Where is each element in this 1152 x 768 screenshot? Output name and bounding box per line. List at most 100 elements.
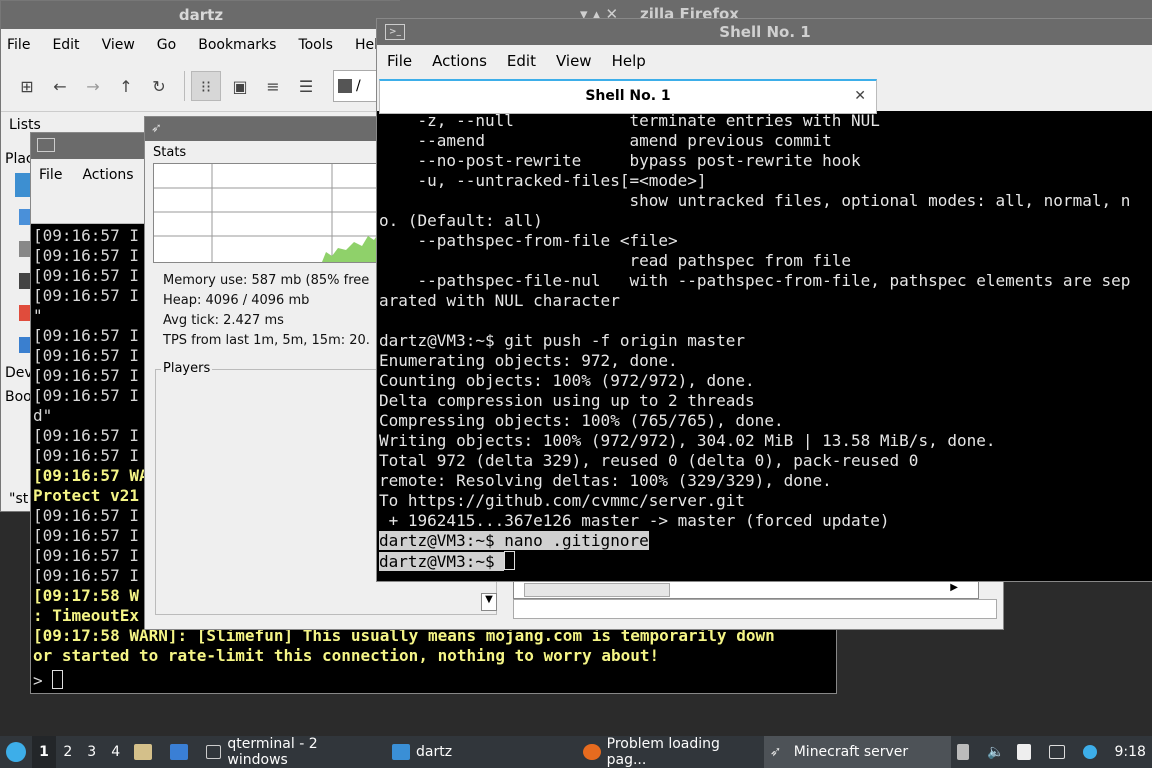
shell-menu-view[interactable]: View [556, 52, 592, 70]
avg-tick-text: Avg tick: 2.427 ms [163, 313, 284, 328]
mc-menu-file[interactable]: File [39, 167, 62, 183]
shell-prompt-line[interactable]: dartz@VM3:~$ [377, 551, 1152, 572]
task-qterminal[interactable]: qterminal - 2 windows [200, 736, 386, 768]
forward-arrow-icon[interactable]: → [79, 72, 107, 100]
firefox-icon [583, 744, 601, 760]
new-tab-icon[interactable]: ⊞ [13, 72, 41, 100]
compact-view-icon[interactable]: ≡ [259, 72, 287, 100]
shell-output-line: Compressing objects: 100% (765/765), don… [379, 411, 784, 430]
terminal-icon [205, 745, 222, 759]
home-folder-icon[interactable] [15, 173, 31, 197]
shell-menubar: File Actions Edit View Help [377, 45, 1152, 77]
shell-output-line: Total 972 (delta 329), reused 0 (delta 0… [379, 451, 919, 470]
task-dartz[interactable]: dartz [386, 736, 577, 768]
command-input[interactable] [513, 599, 997, 619]
clock[interactable]: 9:18 [1109, 736, 1152, 768]
mc-log-line: [09:16:57 I [33, 326, 139, 345]
memory-graph-area [322, 234, 378, 262]
quicklaunch-desktop[interactable] [164, 736, 200, 768]
back-arrow-icon[interactable]: ← [46, 72, 74, 100]
task-minecraft-label: Minecraft server [793, 744, 909, 760]
shell-titlebar[interactable]: >_ Shell No. 1 [377, 19, 1152, 45]
thumbnail-view-icon[interactable]: ▣ [226, 72, 254, 100]
shell-output-line: o. (Default: all) [379, 211, 543, 230]
mc-log-line: Protect v21 [33, 486, 139, 505]
tick-graph [153, 163, 379, 263]
text-cursor [52, 670, 64, 689]
file-cabinet-icon [133, 744, 152, 760]
fm-menu-tools[interactable]: Tools [298, 37, 333, 53]
log-horizontal-scrollbar[interactable]: ▶ [513, 581, 979, 599]
app-menu-icon [6, 742, 26, 762]
shell-menu-file[interactable]: File [387, 52, 412, 70]
tray-updates[interactable] [1077, 736, 1109, 768]
task-dartz-label: dartz [416, 744, 453, 760]
player-list-scroll-down[interactable]: ▼ [481, 593, 497, 611]
scroll-right-arrow-icon[interactable]: ▶ [950, 582, 958, 593]
show-desktop-icon [169, 744, 188, 760]
fm-menu-bookmarks[interactable]: Bookmarks [198, 37, 276, 53]
shell-menu-help[interactable]: Help [612, 52, 646, 70]
shell-output-line: Writing objects: 100% (972/972), 304.02 … [379, 431, 996, 450]
memory-use-text: Memory use: 587 mb (85% free [163, 273, 370, 288]
shell-output-line: show untracked files, optional modes: al… [379, 191, 1131, 210]
shell-output-line: remote: Resolving deltas: 100% (329/329)… [379, 471, 832, 490]
shell-menu-edit[interactable]: Edit [507, 52, 536, 70]
mc-log-line: [09:16:57 I [33, 246, 139, 265]
fm-menu-edit[interactable]: Edit [52, 37, 79, 53]
fm-menu-view[interactable]: View [102, 37, 135, 53]
mc-log-line: [09:17:58 W [33, 586, 139, 605]
reload-icon[interactable]: ↻ [145, 72, 173, 100]
workspace-2[interactable]: 2 [56, 744, 80, 760]
task-firefox-label: Problem loading pag... [606, 736, 720, 768]
speaker-icon: 🔈 [987, 744, 1005, 760]
tray-clipboard[interactable] [951, 736, 981, 768]
shell-output-line: --no-post-rewrite bypass post-rewrite ho… [379, 151, 861, 170]
shell-output-line: --pathspec-file-nul with --pathspec-from… [379, 271, 1131, 290]
text-cursor [504, 551, 516, 570]
tab-label: Shell No. 1 [585, 88, 671, 104]
mc-log-line: [09:16:57 I [33, 226, 139, 245]
shell-output-line: -u, --untracked-files[=<mode>] [379, 171, 707, 190]
side-pane-devices: Dev [5, 365, 33, 381]
scrollbar-thumb[interactable] [524, 583, 670, 597]
detailed-view-icon[interactable]: ☰ [292, 72, 320, 100]
task-firefox[interactable]: Problem loading pag... [577, 736, 763, 768]
fm-menu-file[interactable]: File [7, 37, 30, 53]
taskbar: 1 2 3 4 qterminal - 2 windows dartz Prob… [0, 736, 1152, 768]
mc-terminal-prompt[interactable]: > [31, 668, 836, 693]
workspace-1[interactable]: 1 [32, 736, 56, 768]
tray-notes[interactable] [1011, 736, 1043, 768]
task-minecraft-server[interactable]: ➶ Minecraft server [763, 736, 952, 768]
shell-menu-actions[interactable]: Actions [432, 52, 487, 70]
quicklaunch-files[interactable] [128, 736, 164, 768]
folder-path-icon [338, 79, 352, 93]
up-arrow-icon[interactable]: ↑ [112, 72, 140, 100]
mc-log-line: [09:16:57 WA [33, 466, 149, 485]
mc-menu-actions[interactable]: Actions [82, 167, 133, 183]
mc-prompt-text: > [33, 671, 53, 690]
mc-log-line: : TimeoutEx [33, 606, 139, 625]
task-qterminal-label: qterminal - 2 windows [227, 736, 318, 768]
workspace-4[interactable]: 4 [104, 744, 128, 760]
mc-log-line: [09:16:57 I [33, 526, 139, 545]
side-pane-lists[interactable]: Lists [9, 117, 41, 133]
fm-menu-help[interactable]: Hel [355, 37, 378, 53]
workspace-3[interactable]: 3 [80, 744, 104, 760]
mc-log-line: [09:16:57 I [33, 566, 139, 585]
status-bar-text: "st [9, 491, 29, 507]
icon-view-icon[interactable]: ⁝⁝ [191, 71, 221, 101]
shell-window: >_ Shell No. 1 File Actions Edit View He… [376, 18, 1152, 582]
mc-log-line: d" [33, 406, 53, 425]
start-menu-button[interactable] [0, 736, 32, 768]
tray-network[interactable] [1043, 736, 1077, 768]
mc-log-line: " [33, 306, 43, 325]
tab-shell-1[interactable]: Shell No. 1 ✕ [379, 79, 877, 114]
shell-title: Shell No. 1 [719, 23, 811, 41]
java-icon: ➶ [151, 121, 162, 136]
mc-log-line: [09:16:57 I [33, 546, 139, 565]
clock-text: 9:18 [1114, 744, 1146, 760]
tray-volume[interactable]: 🔈 [981, 736, 1010, 768]
close-tab-icon[interactable]: ✕ [854, 81, 866, 111]
fm-menu-go[interactable]: Go [157, 37, 176, 53]
